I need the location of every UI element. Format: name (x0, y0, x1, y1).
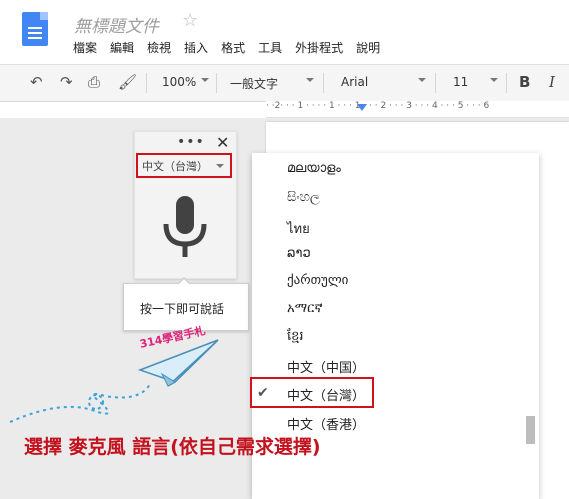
language-option[interactable]: ქართული (287, 273, 348, 288)
document-title[interactable]: 無標題文件 (74, 12, 159, 37)
selection-highlight-box (250, 377, 374, 408)
menu-help[interactable]: 說明 (356, 39, 380, 56)
tooltip-text: 按一下即可說話 (140, 302, 225, 316)
font-select[interactable]: Arial (341, 75, 368, 89)
language-option[interactable]: አማርኛ (287, 301, 323, 316)
menu-file[interactable]: 檔案 (73, 39, 97, 56)
menu-insert[interactable]: 插入 (184, 39, 208, 56)
language-option[interactable]: 中文（中国） (287, 357, 365, 376)
language-option[interactable]: ខ្មែរ (287, 328, 304, 347)
font-caret-icon (418, 78, 426, 82)
print-icon[interactable]: ⎙ (88, 73, 100, 91)
microphone-icon[interactable] (162, 196, 208, 260)
language-option[interactable]: ไทย (287, 218, 310, 239)
close-icon[interactable]: ✕ (216, 133, 229, 152)
menu-edit[interactable]: 編輯 (110, 39, 134, 56)
language-option[interactable]: සිංහල (287, 190, 320, 205)
menu-tools[interactable]: 工具 (258, 39, 282, 56)
style-caret-icon (306, 78, 314, 82)
language-select-label: 中文（台灣） (142, 160, 208, 173)
menu-bar: 檔案 編輯 檢視 插入 格式 工具 外掛程式 說明 (73, 39, 393, 56)
paint-format-icon[interactable]: 🖌 (118, 73, 137, 91)
bold-button[interactable]: B (519, 73, 530, 91)
zoom-select[interactable]: 100% (162, 75, 196, 89)
menu-view[interactable]: 檢視 (147, 39, 171, 56)
undo-icon[interactable]: ↶ (30, 73, 43, 91)
paper-plane-illustration (9, 339, 219, 423)
more-icon[interactable]: ••• (177, 134, 205, 150)
zoom-caret-icon (201, 78, 209, 82)
scrollbar-thumb[interactable] (526, 416, 535, 444)
menu-format[interactable]: 格式 (221, 39, 245, 56)
language-option[interactable]: 中文（香港） (287, 414, 365, 433)
indent-marker-icon[interactable] (357, 104, 367, 111)
chevron-down-icon (216, 164, 224, 168)
language-option[interactable]: ລາວ (287, 246, 311, 261)
logo-314: 314學習手札 (138, 324, 206, 351)
scrollbar[interactable] (525, 153, 539, 499)
size-caret-icon (490, 78, 498, 82)
annotation-caption: 選擇 麥克風 語言(依自己需求選擇) (24, 436, 321, 458)
language-option[interactable]: മലയാളം (287, 161, 341, 176)
tooltip-arrow-inner (178, 279, 190, 285)
redo-icon[interactable]: ↷ (60, 73, 73, 91)
style-select[interactable]: 一般文字 (230, 75, 278, 92)
star-icon[interactable]: ☆ (182, 10, 198, 31)
menu-addons[interactable]: 外掛程式 (295, 39, 343, 56)
italic-button[interactable]: I (549, 73, 555, 91)
toolbar: ↶ ↷ ⎙ 🖌 100% 一般文字 Arial 11 B I (0, 64, 569, 102)
font-size-select[interactable]: 11 (453, 75, 468, 89)
ruler[interactable]: · ·2· · · 1 · · · · 1 · · · 1 · · · 2 · … (266, 101, 569, 118)
docs-logo-icon[interactable] (22, 12, 48, 46)
